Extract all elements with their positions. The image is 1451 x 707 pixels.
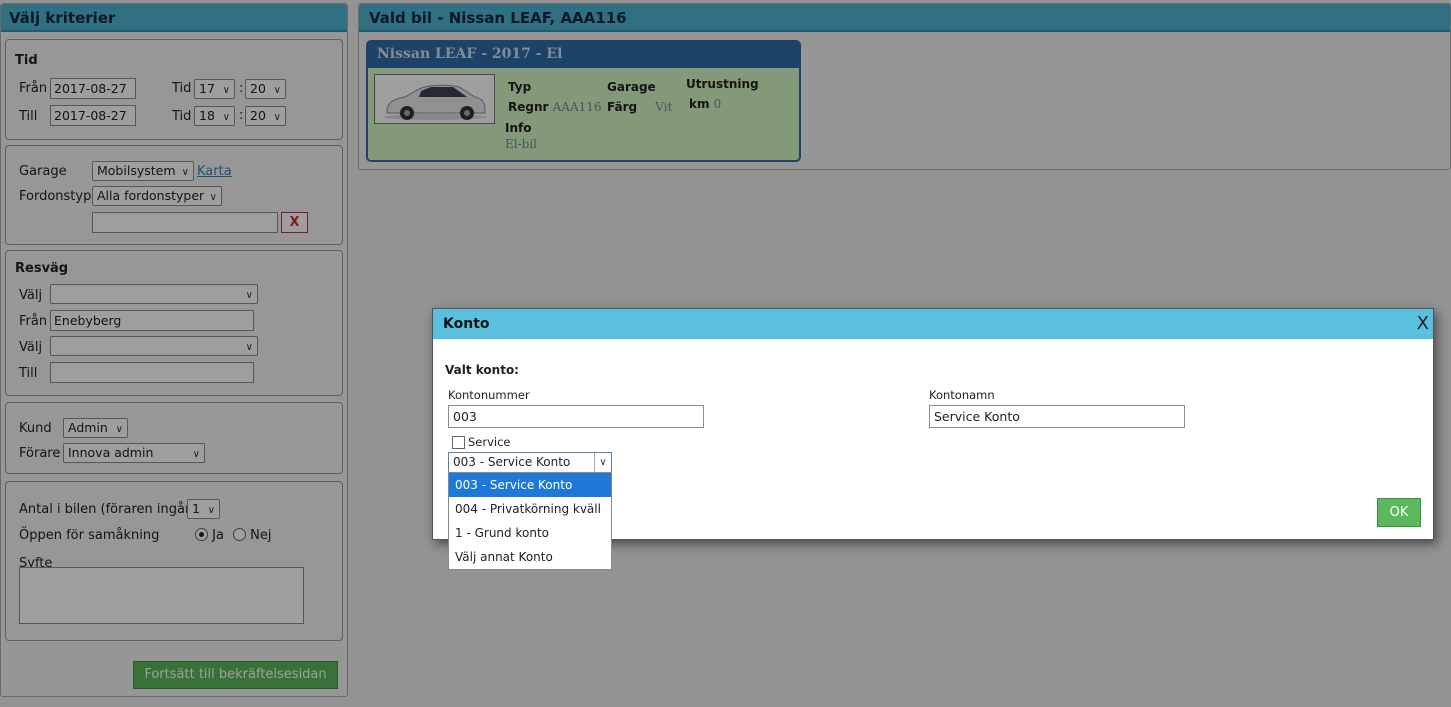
service-label: Service [468,435,511,449]
dropdown-option[interactable]: 003 - Service Konto [449,473,611,497]
account-name-input[interactable]: Service Konto [929,405,1185,428]
account-name-label: Kontonamn [929,388,995,402]
modal-title: Konto [433,309,1433,339]
account-modal: Konto X Valt konto: Kontonummer 003 Kont… [432,308,1434,570]
dropdown-option[interactable]: 004 - Privatkörning kväll [449,497,611,521]
selected-account-heading: Valt konto: [445,363,519,377]
account-select[interactable]: 003 - Service Konto ∨ [448,452,612,473]
account-select-value: 003 - Service Konto [453,455,571,469]
ok-button[interactable]: OK [1377,498,1421,527]
account-number-label: Kontonummer [448,388,530,402]
dropdown-option[interactable]: 1 - Grund konto [449,521,611,545]
account-number-input[interactable]: 003 [448,405,704,428]
dropdown-option[interactable]: Välj annat Konto [449,545,611,569]
close-icon[interactable]: X [1417,313,1429,334]
service-checkbox[interactable] [452,436,465,449]
chevron-down-icon[interactable]: ∨ [594,453,611,472]
account-dropdown-list: 003 - Service Konto 004 - Privatkörning … [448,472,612,570]
